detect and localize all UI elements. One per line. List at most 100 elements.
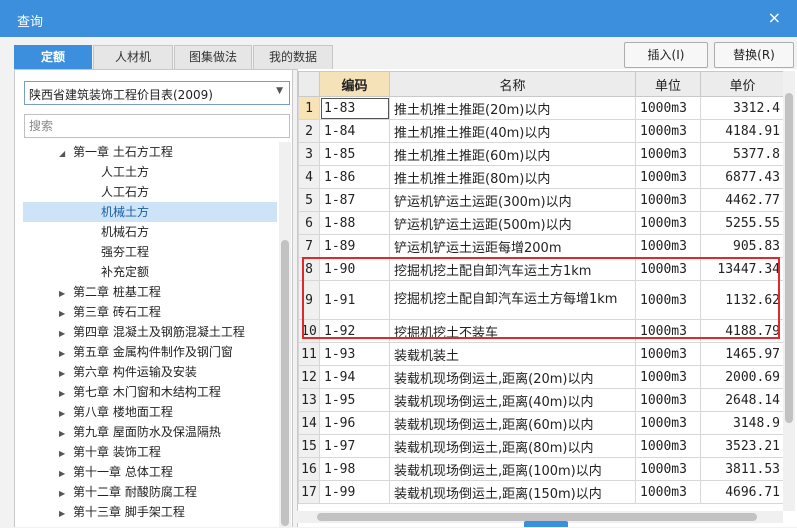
cell-price[interactable]: 3312.4 <box>700 96 785 120</box>
cell-unit[interactable]: 1000m3 <box>635 411 701 435</box>
cell-unit[interactable]: 1000m3 <box>635 319 701 343</box>
cell-price[interactable]: 5377.8 <box>700 142 785 166</box>
cell-unit[interactable]: 1000m3 <box>635 257 701 281</box>
cell-code[interactable]: 1-95 <box>319 388 390 412</box>
table-row[interactable]: 9 1-91 挖掘机挖土配自卸汽车运土方每增1km 1000m3 1132.62 <box>298 280 785 320</box>
tree-node[interactable]: ▶ 第十章 装饰工程 <box>59 442 167 462</box>
tree-node[interactable]: ◢ 第一章 土石方工程 <box>59 142 179 162</box>
cell-code[interactable]: 1-97 <box>319 434 390 458</box>
tree-node[interactable]: ▶ 第十三章 脚手架工程 <box>59 502 191 522</box>
tree-node[interactable]: ▶ 第八章 楼地面工程 <box>59 402 179 422</box>
cell-code[interactable]: 1-91 <box>319 280 390 320</box>
cell-unit[interactable]: 1000m3 <box>635 165 701 189</box>
cell-price[interactable]: 4462.77 <box>700 188 785 212</box>
cell-price[interactable]: 4188.79 <box>700 319 785 343</box>
table-row[interactable]: 14 1-96 装载机现场倒运土,距离(60m)以内 1000m3 3148.9 <box>298 411 785 435</box>
table-row[interactable]: 11 1-93 装载机装土 1000m3 1465.97 <box>298 342 785 366</box>
expand-arrow-icon[interactable]: ▶ <box>59 324 73 344</box>
cell-unit[interactable]: 1000m3 <box>635 234 701 258</box>
cell-price[interactable]: 3523.21 <box>700 434 785 458</box>
cell-unit[interactable]: 1000m3 <box>635 188 701 212</box>
cell-code[interactable]: 1-90 <box>319 257 390 281</box>
tree-node[interactable]: ▶ 第九章 屋面防水及保温隔热 <box>59 422 227 442</box>
table-row[interactable]: 13 1-95 装载机现场倒运土,距离(40m)以内 1000m3 2648.14 <box>298 388 785 412</box>
cell-price[interactable]: 4184.91 <box>700 119 785 143</box>
cell-code[interactable]: 1-83 <box>319 96 390 120</box>
cell-unit[interactable]: 1000m3 <box>635 342 701 366</box>
cell-price[interactable]: 3811.53 <box>700 457 785 481</box>
tree-node[interactable]: 机械石方 <box>23 222 277 242</box>
cell-unit[interactable]: 1000m3 <box>635 457 701 481</box>
tree-node[interactable]: ▶ 第十一章 总体工程 <box>59 462 179 482</box>
cell-price[interactable]: 13447.34 <box>700 257 785 281</box>
tree-scrollbar[interactable] <box>279 142 291 528</box>
expand-arrow-icon[interactable]: ▶ <box>59 304 73 324</box>
expand-arrow-icon[interactable]: ▶ <box>59 364 73 384</box>
cell-price[interactable]: 2000.69 <box>700 365 785 389</box>
cell-unit[interactable]: 1000m3 <box>635 211 701 235</box>
panel-resize-grip[interactable] <box>524 521 568 527</box>
cell-name[interactable]: 推土机推土推距(60m)以内 <box>389 142 636 166</box>
tab-labor-material-machine[interactable]: 人材机 <box>93 45 173 70</box>
header-name[interactable]: 名称 <box>389 71 636 97</box>
cell-name[interactable]: 铲运机铲运土运距每增200m <box>389 234 636 258</box>
cell-price[interactable]: 905.83 <box>700 234 785 258</box>
expand-arrow-icon[interactable]: ▶ <box>59 404 73 424</box>
table-vertical-scrollbar[interactable] <box>783 71 795 511</box>
header-unit[interactable]: 单位 <box>635 71 701 97</box>
library-select[interactable]: 陕西省建筑装饰工程价目表(2009) ▼ <box>24 81 290 105</box>
tree-node[interactable]: ▶ 第三章 砖石工程 <box>59 302 167 322</box>
tree-node[interactable]: ▶ 第十二章 耐酸防腐工程 <box>59 482 203 502</box>
expand-arrow-icon[interactable]: ▶ <box>59 484 73 504</box>
tree-node[interactable]: 强夯工程 <box>23 242 277 262</box>
cell-code[interactable]: 1-89 <box>319 234 390 258</box>
table-row[interactable]: 3 1-85 推土机推土推距(60m)以内 1000m3 5377.8 <box>298 142 785 166</box>
tree-node[interactable]: 人工土方 <box>23 162 277 182</box>
cell-code[interactable]: 1-99 <box>319 480 390 504</box>
table-row[interactable]: 8 1-90 挖掘机挖土配自卸汽车运土方1km 1000m3 13447.34 <box>298 257 785 281</box>
tree-node[interactable]: 机械土方 <box>23 202 277 222</box>
cell-name[interactable]: 铲运机铲运土运距(500m)以内 <box>389 211 636 235</box>
header-price[interactable]: 单价 <box>700 71 785 97</box>
cell-unit[interactable]: 1000m3 <box>635 142 701 166</box>
tree-node[interactable]: ▶ 第二章 桩基工程 <box>59 282 167 302</box>
cell-code[interactable]: 1-84 <box>319 119 390 143</box>
cell-code[interactable]: 1-93 <box>319 342 390 366</box>
cell-name[interactable]: 装载机现场倒运土,距离(60m)以内 <box>389 411 636 435</box>
tree-scrollbar-thumb[interactable] <box>281 240 289 526</box>
expand-arrow-icon[interactable]: ▶ <box>59 384 73 404</box>
cell-code[interactable]: 1-94 <box>319 365 390 389</box>
cell-code[interactable]: 1-98 <box>319 457 390 481</box>
cell-name[interactable]: 装载机现场倒运土,距离(100m)以内 <box>389 457 636 481</box>
search-input[interactable] <box>24 114 290 138</box>
expand-arrow-icon[interactable]: ▶ <box>59 464 73 484</box>
tree-node[interactable]: ▶ 第六章 构件运输及安装 <box>59 362 203 382</box>
expand-arrow-icon[interactable]: ▶ <box>59 444 73 464</box>
cell-price[interactable]: 2648.14 <box>700 388 785 412</box>
close-icon[interactable]: × <box>768 8 781 28</box>
cell-name[interactable]: 推土机推土推距(20m)以内 <box>389 96 636 120</box>
expand-arrow-icon[interactable]: ▶ <box>59 504 73 524</box>
cell-code[interactable]: 1-88 <box>319 211 390 235</box>
cell-name[interactable]: 装载机现场倒运土,距离(40m)以内 <box>389 388 636 412</box>
cell-name[interactable]: 装载机现场倒运土,距离(80m)以内 <box>389 434 636 458</box>
cell-name[interactable]: 挖掘机挖土配自卸汽车运土方每增1km <box>389 280 636 320</box>
cell-unit[interactable]: 1000m3 <box>635 96 701 120</box>
table-row[interactable]: 6 1-88 铲运机铲运土运距(500m)以内 1000m3 5255.55 <box>298 211 785 235</box>
collapse-arrow-icon[interactable]: ◢ <box>59 144 73 164</box>
cell-price[interactable]: 4696.71 <box>700 480 785 504</box>
table-row[interactable]: 7 1-89 铲运机铲运土运距每增200m 1000m3 905.83 <box>298 234 785 258</box>
table-row[interactable]: 16 1-98 装载机现场倒运土,距离(100m)以内 1000m3 3811.53 <box>298 457 785 481</box>
cell-code[interactable]: 1-92 <box>319 319 390 343</box>
replace-button[interactable]: 替换(R) <box>714 42 794 68</box>
cell-unit[interactable]: 1000m3 <box>635 480 701 504</box>
cell-name[interactable]: 推土机推土推距(40m)以内 <box>389 119 636 143</box>
table-row[interactable]: 15 1-97 装载机现场倒运土,距离(80m)以内 1000m3 3523.21 <box>298 434 785 458</box>
cell-unit[interactable]: 1000m3 <box>635 434 701 458</box>
cell-code[interactable]: 1-86 <box>319 165 390 189</box>
cell-name[interactable]: 推土机推土推距(80m)以内 <box>389 165 636 189</box>
cell-code[interactable]: 1-85 <box>319 142 390 166</box>
expand-arrow-icon[interactable]: ▶ <box>59 344 73 364</box>
cell-name[interactable]: 装载机现场倒运土,距离(150m)以内 <box>389 480 636 504</box>
cell-name[interactable]: 装载机装土 <box>389 342 636 366</box>
